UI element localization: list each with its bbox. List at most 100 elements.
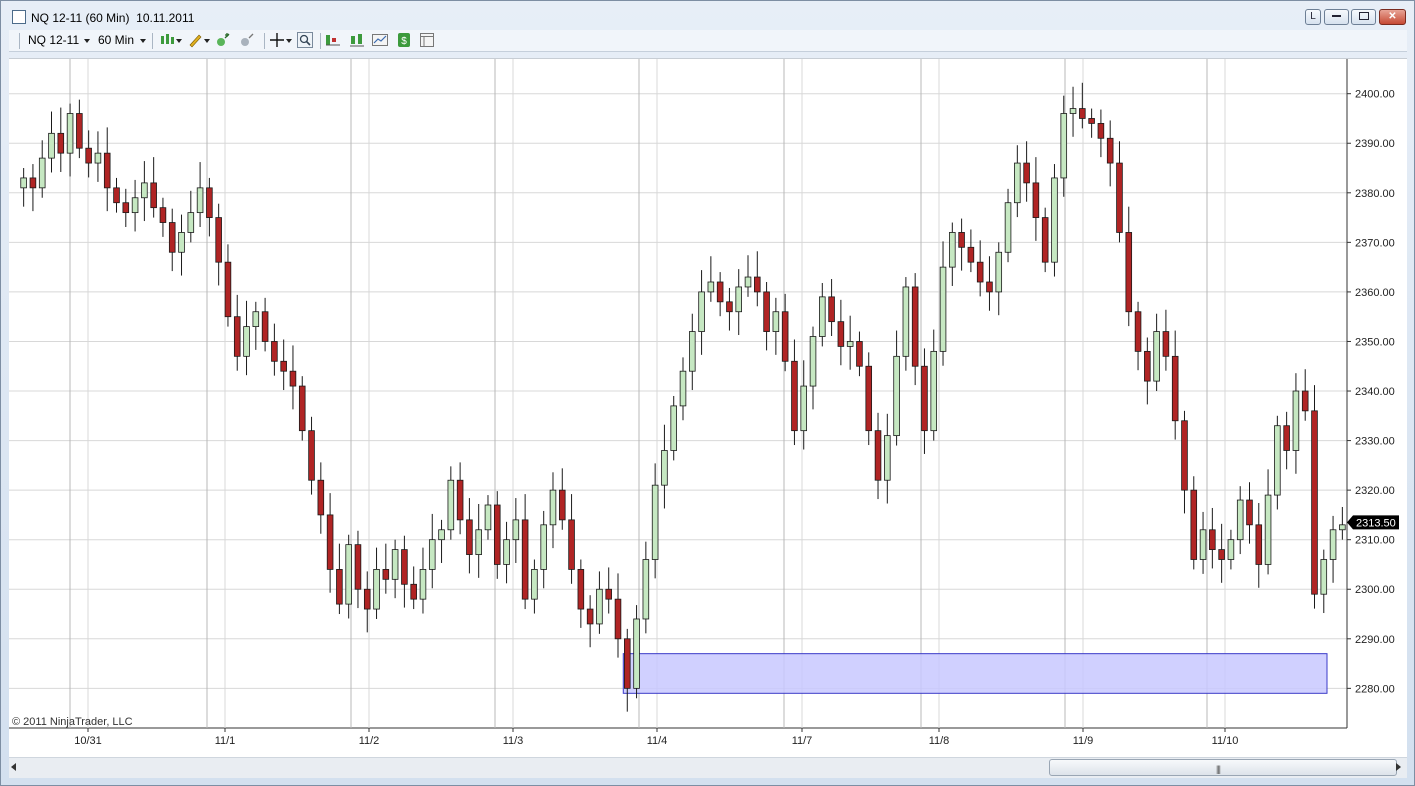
instrument-selector[interactable]: NQ 12-11 <box>28 33 79 47</box>
price-tick-label: 2360.00 <box>1355 287 1395 299</box>
candle-down <box>317 479 325 516</box>
candle-down <box>726 301 733 313</box>
price-tick-label: 2320.00 <box>1355 485 1395 497</box>
indicators-icon[interactable] <box>325 32 341 48</box>
candle-up <box>800 385 808 432</box>
candle-up <box>1014 162 1021 204</box>
candle-up <box>939 266 947 352</box>
candle-up <box>1069 108 1077 114</box>
zoom-out-icon[interactable] <box>239 32 255 48</box>
strategies-icon[interactable] <box>349 32 365 48</box>
chevron-down-icon[interactable] <box>176 39 182 43</box>
candle-up <box>670 405 677 451</box>
candle-down <box>1246 499 1253 526</box>
candle-down <box>1255 524 1263 565</box>
candle-down <box>1162 331 1170 357</box>
chevron-down-icon[interactable] <box>286 39 292 43</box>
toolbar-divider <box>19 33 20 49</box>
candle-up <box>66 113 74 154</box>
price-tick-label: 2330.00 <box>1355 436 1395 448</box>
candle-up <box>484 504 492 531</box>
minimize-button[interactable] <box>1324 9 1349 25</box>
chevron-down-icon[interactable] <box>204 39 210 43</box>
candle-up <box>1292 390 1300 451</box>
time-tick-label: 11/9 <box>1073 735 1094 747</box>
candle-down <box>1181 420 1188 491</box>
candle-up <box>846 341 854 347</box>
time-tick-label: 11/10 <box>1212 735 1239 747</box>
magnifier-icon[interactable] <box>297 32 313 48</box>
restore-button[interactable] <box>1351 9 1376 25</box>
candle-down <box>1041 217 1049 263</box>
data-box-icon[interactable] <box>419 32 435 48</box>
link-button[interactable]: L <box>1305 9 1321 25</box>
time-tick-label: 11/2 <box>359 735 380 747</box>
time-tick-label: 11/4 <box>647 735 668 747</box>
candle-down <box>298 385 306 432</box>
scroll-right-icon[interactable] <box>1396 763 1401 771</box>
scrollbar-thumb[interactable]: ||| <box>1049 759 1397 776</box>
candle-down <box>168 222 176 253</box>
title-bar[interactable]: NQ 12-11 (60 Min) 10.11.2011 L ✕ <box>1 1 1414 31</box>
last-price-label: 2313.50 <box>1356 517 1396 529</box>
candle-down <box>224 261 232 318</box>
candle-down <box>828 296 835 323</box>
close-button[interactable]: ✕ <box>1379 9 1406 25</box>
candle-up <box>1004 202 1012 253</box>
candle-down <box>1283 425 1290 451</box>
dollar-icon[interactable]: $ <box>396 32 412 48</box>
candle-down <box>326 514 334 570</box>
candle-down <box>159 207 167 223</box>
candle-down <box>382 569 390 580</box>
interval-selector[interactable]: 60 Min <box>98 33 134 47</box>
candlestick-chart[interactable]: 2400.00 2390.00 2380.00 2370.00 2360.00 2350.… <box>9 59 1407 757</box>
horizontal-scrollbar[interactable]: ||| <box>9 757 1407 778</box>
price-chart[interactable]: 2400.00 2390.00 2380.00 2370.00 2360.00 2350.… <box>9 58 1407 757</box>
candle-down <box>410 583 417 600</box>
candle-down <box>586 608 594 625</box>
candle-up <box>884 435 891 481</box>
candle-up <box>345 544 352 605</box>
chevron-down-icon[interactable] <box>84 39 90 43</box>
candle-down <box>1125 232 1133 313</box>
candle-up <box>1339 524 1346 531</box>
candle-up <box>1236 499 1244 541</box>
scroll-left-icon[interactable] <box>11 763 16 771</box>
candle-up <box>744 276 752 288</box>
zoom-in-icon[interactable] <box>215 32 231 48</box>
candle-up <box>475 529 482 555</box>
crosshair-icon[interactable] <box>269 32 285 48</box>
candle-down <box>215 217 222 263</box>
candle-down <box>493 504 501 565</box>
price-tick-label: 2290.00 <box>1355 634 1395 646</box>
candle-down <box>1311 410 1318 595</box>
candle-up <box>1051 177 1058 263</box>
candle-down <box>122 202 130 214</box>
candle-down <box>958 232 965 248</box>
price-tick-label: 2380.00 <box>1355 188 1395 200</box>
candle-down <box>1144 350 1151 382</box>
chart-properties-icon[interactable] <box>372 32 388 48</box>
pencil-draw-icon[interactable] <box>187 32 203 48</box>
candle-down <box>837 321 845 347</box>
candle-down <box>289 370 297 387</box>
price-tick-label: 2300.00 <box>1355 584 1395 596</box>
candle-up <box>20 177 27 189</box>
candlestick-chart-icon[interactable] <box>159 32 175 48</box>
chevron-down-icon[interactable] <box>140 39 146 43</box>
candle-up <box>373 569 380 610</box>
candle-down <box>791 360 798 432</box>
price-tick-label: 2310.00 <box>1355 535 1395 547</box>
time-tick-label: 11/1 <box>215 735 236 747</box>
candle-down <box>874 430 882 481</box>
candle-down <box>577 569 585 610</box>
candle-down <box>103 152 111 189</box>
candle-up <box>1060 113 1068 179</box>
grip-icon: ||| <box>1216 764 1221 774</box>
candle-down <box>521 519 529 600</box>
candle-down <box>911 286 919 367</box>
candle-up <box>698 291 705 332</box>
candle-up <box>809 336 817 387</box>
candle-down <box>113 187 120 204</box>
candle-up <box>243 326 250 357</box>
